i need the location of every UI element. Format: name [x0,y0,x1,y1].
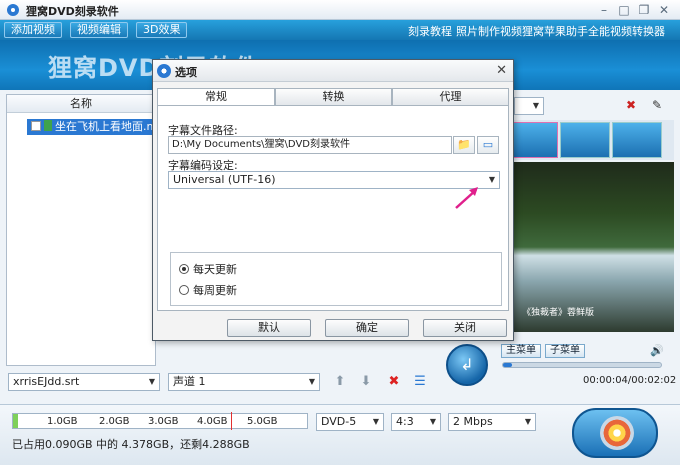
app-logo-icon [7,4,19,16]
remove-icon[interactable]: ✖ [386,374,402,390]
video-preview: 《独裁者》蓉鲜版 [514,162,674,332]
template-dropdown[interactable]: ▼ [514,97,544,115]
play-icon: ↲ [460,355,474,374]
ok-button[interactable]: 确定 [325,319,409,337]
dialog-tabs: 常规 转换 代理 [157,88,509,106]
encoding-dropdown[interactable]: Universal (UTF-16) ▼ [168,171,500,189]
disc-usage-text: 已占用0.090GB 中的 4.378GB，还剩4.288GB [12,438,250,451]
chevron-down-icon: ▼ [488,175,496,184]
add-video-button[interactable]: 添加视频 [4,22,62,38]
chevron-down-icon: ▼ [372,417,380,426]
update-frequency-group: 每天更新 每周更新 [170,252,502,306]
file-list-item[interactable]: 坐在飞机上看地面.mp4 [27,119,157,135]
bitrate-dropdown[interactable]: 2 Mbps ▼ [448,413,536,431]
tab-proxy[interactable]: 代理 [392,88,509,106]
play-control-button[interactable]: ↲ [446,344,488,386]
audio-track-dropdown[interactable]: 声道 1 ▼ [168,373,320,391]
open-folder-icon[interactable]: ▭ [477,136,499,154]
video-converter-link[interactable]: 全能视频转换器 [588,23,665,39]
update-weekly-radio[interactable]: 每周更新 [179,282,237,298]
tab-general[interactable]: 常规 [157,88,275,106]
browse-folder-icon[interactable]: 📁 [453,136,475,154]
aspect-ratio-value: 4:3 [396,415,414,428]
app-titlebar: 狸窝DVD刻录软件 – □ ❐ ✕ [0,0,680,20]
burn-disc-icon [600,416,634,450]
subtitle-file-dropdown[interactable]: xrrisEJdd.srt ▼ [8,373,160,391]
dialog-title: 选项 [175,66,197,79]
menu-template-toolbar: ▼ ✖ ✎ [514,94,674,118]
template-thumbnail[interactable] [508,122,558,158]
volume-icon[interactable]: 🔊 [650,344,664,357]
delete-template-icon[interactable]: ✖ [626,98,636,112]
burn-tutorial-link[interactable]: 刻录教程 [408,23,452,39]
file-list-panel: 名称 坐在飞机上看地面.mp4 [6,94,157,366]
subtitle-path-field[interactable]: D:\My Documents\狸窝\DVD刻录软件 [168,136,452,154]
capacity-tick: 5.0GB [247,416,278,427]
video-file-icon [44,120,52,131]
radio-unselected-icon [179,285,189,295]
dialog-icon [157,64,171,78]
burn-button[interactable] [572,408,658,458]
capacity-tick: 3.0GB [148,416,179,427]
default-button[interactable]: 默认 [227,319,311,337]
move-up-icon[interactable]: ⬆ [332,374,348,390]
capacity-tick: 1.0GB [47,416,78,427]
sub-menu-button[interactable]: 子菜单 [545,344,585,358]
photo-video-link[interactable]: 照片制作视频 [456,23,522,39]
capacity-limit-marker [231,412,232,430]
restore-icon[interactable]: ❐ [636,2,652,18]
encoding-value: Universal (UTF-16) [173,173,276,186]
close-window-icon[interactable]: ✕ [656,2,672,18]
disc-type-value: DVD-5 [321,415,357,428]
playback-progress[interactable] [502,362,662,368]
chevron-down-icon: ▼ [148,377,156,386]
dialog-close-button[interactable]: 关闭 [423,319,507,337]
update-daily-label: 每天更新 [193,263,237,276]
3d-effect-button[interactable]: 3D效果 [136,22,188,38]
radio-selected-icon [179,264,189,274]
main-menu-button[interactable]: 主菜单 [501,344,541,358]
dialog-titlebar: 选项 ✕ [153,60,513,82]
file-name: 坐在飞机上看地面.mp4 [55,120,157,133]
chevron-down-icon: ▼ [524,417,532,426]
column-header-name[interactable]: 名称 [7,95,155,113]
chevron-down-icon: ▼ [308,377,316,386]
disc-capacity-fill [13,414,18,428]
close-icon[interactable]: ✕ [496,63,507,78]
apple-assistant-link[interactable]: 狸窝苹果助手 [522,23,588,39]
file-checkbox[interactable] [31,121,41,131]
update-weekly-label: 每周更新 [193,284,237,297]
playback-time: 00:00:04/00:02:02 [583,375,677,386]
capacity-tick: 4.0GB [197,416,228,427]
audio-track-value: 声道 1 [173,375,206,388]
bitrate-value: 2 Mbps [453,415,493,428]
move-down-icon[interactable]: ⬇ [358,374,374,390]
chevron-down-icon: ▼ [429,417,437,426]
chevron-down-icon: ▼ [532,101,540,110]
video-caption: 《独裁者》蓉鲜版 [522,308,595,318]
edit-template-icon[interactable]: ✎ [652,98,662,112]
capacity-tick: 2.0GB [99,416,130,427]
minimize-icon[interactable]: – [596,2,612,18]
menu-template-thumbnails [508,120,674,160]
template-thumbnail[interactable] [560,122,610,158]
subtitle-file-value: xrrisEJdd.srt [13,375,80,388]
template-thumbnail[interactable] [612,122,662,158]
app-title: 狸窝DVD刻录软件 [26,5,119,18]
aspect-ratio-dropdown[interactable]: 4:3 ▼ [391,413,441,431]
annotation-arrow-icon [455,187,478,209]
maximize-icon[interactable]: □ [616,2,632,18]
tab-conversion[interactable]: 转换 [275,88,392,106]
update-daily-radio[interactable]: 每天更新 [179,261,237,277]
edit-video-button[interactable]: 视频编辑 [70,22,128,38]
disc-type-dropdown[interactable]: DVD-5 ▼ [316,413,384,431]
menubar: 添加视频 视频编辑 3D效果 刻录教程 照片制作视频 狸窝苹果助手 全能视频转换… [0,20,680,40]
playback-progress-fill [503,363,513,367]
list-settings-icon[interactable]: ☰ [412,374,428,390]
